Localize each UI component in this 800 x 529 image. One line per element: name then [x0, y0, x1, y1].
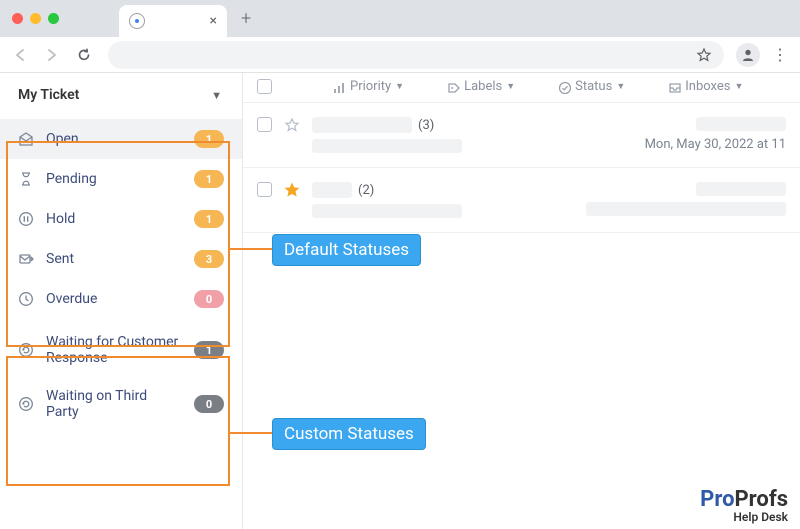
annotation-default-label: Default Statuses [272, 234, 421, 266]
row-checkbox[interactable] [257, 182, 272, 197]
col-priority-label: Priority [350, 79, 391, 94]
bookmark-star-icon[interactable] [696, 47, 712, 63]
window-minimize-icon[interactable] [30, 13, 41, 24]
browser-toolbar: ⋮ [0, 37, 800, 73]
col-priority[interactable]: Priority▼ [332, 79, 404, 94]
annotation-line [230, 248, 272, 250]
pause-icon [18, 211, 34, 227]
profile-avatar-button[interactable] [736, 43, 760, 67]
status-label: Waiting for Customer Response [46, 334, 182, 366]
status-item-pending[interactable]: Pending 1 [0, 159, 242, 199]
ticket-list-header: Priority▼ Labels▼ Status▼ Inboxes▼ [243, 73, 800, 103]
logo-part1: Pro [700, 487, 734, 512]
browser-tab-strip: × + [0, 0, 800, 37]
inbox-selector-label: My Ticket [18, 87, 79, 103]
sidebar: My Ticket ▼ Open 1 Pending 1 Hold 1 Sent 3 Overd… [0, 73, 243, 529]
select-all-checkbox[interactable] [257, 79, 272, 94]
nav-reload-button[interactable] [76, 47, 96, 63]
ticket-date: Mon, May 30, 2022 at 11 [645, 137, 786, 152]
window-controls [12, 13, 59, 24]
refresh-icon [18, 342, 34, 358]
star-icon[interactable] [284, 182, 300, 198]
logo-part2: Profs [735, 487, 789, 512]
refresh-icon [18, 396, 34, 412]
ticket-row[interactable]: (3) Mon, May 30, 2022 at 11 [243, 103, 800, 168]
redacted-sender [312, 182, 352, 198]
ticket-list-pane: Priority▼ Labels▼ Status▼ Inboxes▼ (3) Mo… [243, 73, 800, 529]
col-status-label: Status [575, 79, 612, 94]
status-item-sent[interactable]: Sent 3 [0, 239, 242, 279]
col-labels-label: Labels [464, 79, 502, 94]
col-status[interactable]: Status▼ [557, 79, 625, 94]
tab-close-icon[interactable]: × [210, 13, 217, 29]
status-item-hold[interactable]: Hold 1 [0, 199, 242, 239]
inbox-selector[interactable]: My Ticket ▼ [0, 73, 242, 117]
status-count-badge: 1 [194, 341, 224, 359]
window-maximize-icon[interactable] [48, 13, 59, 24]
browser-tab[interactable]: × [119, 5, 227, 37]
status-count-badge: 1 [194, 210, 224, 228]
status-count-badge: 0 [194, 395, 224, 413]
status-label: Sent [46, 251, 182, 267]
envelope-open-icon [18, 131, 34, 147]
col-inboxes-label: Inboxes [685, 79, 730, 94]
custom-statuses-list: Waiting for Customer Response 1 Waiting on… [0, 321, 242, 433]
status-item-open[interactable]: Open 1 [0, 119, 242, 159]
browser-menu-button[interactable]: ⋮ [772, 45, 788, 64]
hourglass-icon [18, 171, 34, 187]
status-item-waiting-on-third-party[interactable]: Waiting on Third Party 0 [0, 377, 242, 431]
col-inboxes[interactable]: Inboxes▼ [667, 79, 743, 94]
redacted-meta [586, 202, 786, 216]
window-close-icon[interactable] [12, 13, 23, 24]
annotation-line [230, 432, 272, 434]
chrome-favicon-icon [129, 13, 145, 29]
status-label: Open [46, 131, 182, 147]
col-labels[interactable]: Labels▼ [446, 79, 515, 94]
redacted-meta [696, 117, 786, 131]
address-bar[interactable] [108, 41, 724, 69]
new-tab-button[interactable]: + [241, 8, 251, 29]
proprofs-logo: ProProfs Help Desk [700, 489, 788, 523]
annotation-custom-label: Custom Statuses [272, 418, 426, 450]
chevron-down-icon: ▼ [211, 89, 222, 102]
status-label: Pending [46, 171, 182, 187]
status-count-badge: 3 [194, 250, 224, 268]
nav-forward-button[interactable] [44, 47, 64, 63]
status-count-badge: 1 [194, 130, 224, 148]
status-item-overdue[interactable]: Overdue 0 [0, 279, 242, 319]
star-icon[interactable] [284, 117, 300, 133]
status-count-badge: 1 [194, 170, 224, 188]
status-label: Waiting on Third Party [46, 388, 182, 420]
redacted-sender [312, 117, 412, 133]
logo-subtitle: Help Desk [700, 511, 788, 523]
thread-count: (2) [358, 183, 374, 198]
thread-count: (3) [418, 118, 434, 133]
ticket-row[interactable]: (2) [243, 168, 800, 233]
nav-back-button[interactable] [12, 47, 32, 63]
default-statuses-list: Open 1 Pending 1 Hold 1 Sent 3 Overdue 0 [0, 117, 242, 321]
row-checkbox[interactable] [257, 117, 272, 132]
redacted-preview [312, 204, 462, 218]
redacted-meta [696, 182, 786, 196]
status-label: Overdue [46, 291, 182, 307]
status-label: Hold [46, 211, 182, 227]
redacted-preview [312, 139, 462, 153]
sent-icon [18, 251, 34, 267]
status-item-waiting-for-customer-response[interactable]: Waiting for Customer Response 1 [0, 323, 242, 377]
clock-icon [18, 291, 34, 307]
status-count-badge: 0 [194, 290, 224, 308]
